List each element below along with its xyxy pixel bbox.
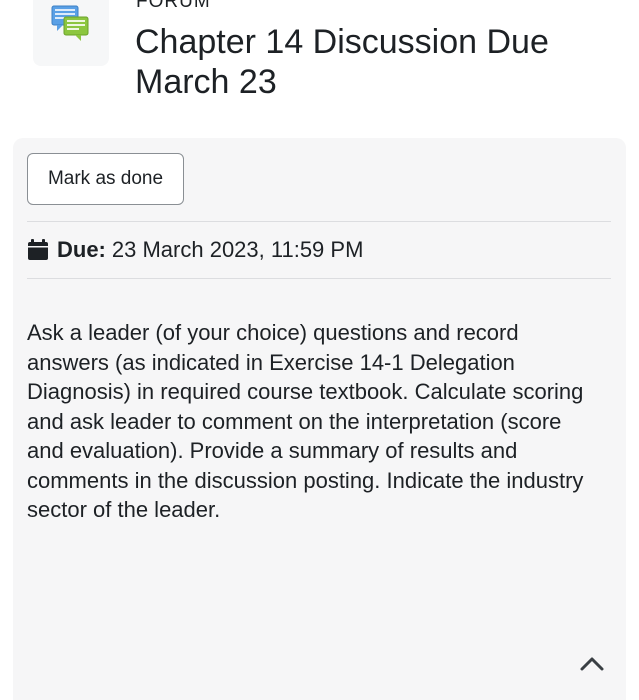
forum-icon	[33, 0, 109, 66]
page-title: Chapter 14 Discussion Due March 23	[135, 23, 549, 101]
page-header: FORUM Chapter 14 Discussion Due March 23	[0, 0, 639, 130]
due-date-value: 23 March 2023, 11:59 PM	[111, 237, 364, 262]
due-date-row: Due: 23 March 2023, 11:59 PM	[27, 234, 363, 266]
divider	[27, 278, 611, 279]
activity-panel: Mark as done Due: 23 March 2023, 11:59 P…	[13, 138, 626, 700]
activity-type-label: FORUM	[136, 0, 211, 12]
due-label: Due:	[57, 237, 106, 262]
divider	[27, 221, 611, 222]
mark-as-done-button[interactable]: Mark as done	[27, 153, 184, 205]
activity-description: Ask a leader (of your choice) questions …	[27, 320, 584, 522]
calendar-icon	[27, 239, 49, 261]
chevron-up-icon[interactable]	[576, 648, 608, 680]
page: FORUM Chapter 14 Discussion Due March 23…	[0, 0, 639, 700]
